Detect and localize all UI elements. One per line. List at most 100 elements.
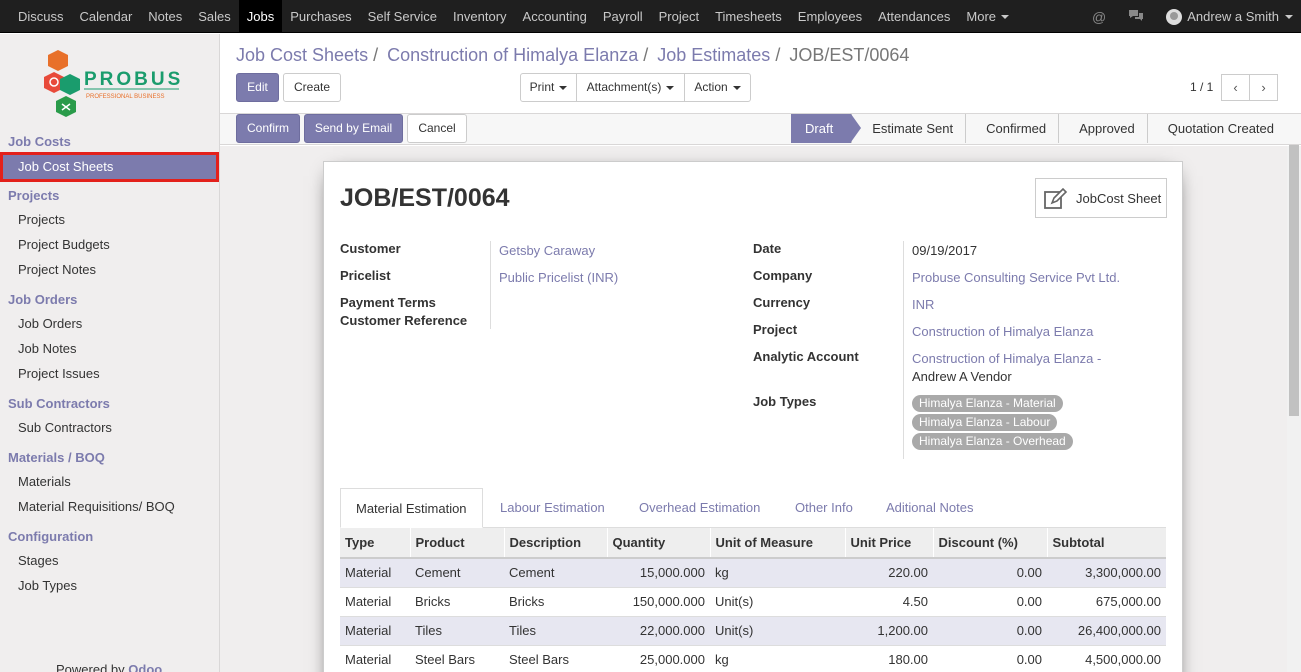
company-field[interactable]: Probuse Consulting Service Pvt Ltd.	[912, 270, 1120, 285]
customer-field[interactable]: Getsby Caraway	[499, 243, 595, 258]
column-header[interactable]: Unit Price	[844, 528, 933, 559]
tab-labour-estimation[interactable]: Labour Estimation	[500, 488, 605, 528]
table-row[interactable]: Material Tiles Tiles 22,000.000 Unit(s) …	[340, 615, 1166, 645]
job-type-tag[interactable]: Himalya Elanza - Labour	[912, 414, 1058, 431]
menu-project[interactable]: Project	[651, 0, 707, 33]
sidebar-item-project-notes[interactable]: Project Notes	[18, 262, 96, 277]
powered-by-link[interactable]: Odoo	[128, 662, 162, 672]
job-type-tag[interactable]: Himalya Elanza - Overhead	[912, 433, 1073, 450]
chevron-down-icon	[732, 85, 741, 90]
menu-payroll[interactable]: Payroll	[595, 0, 651, 33]
action-dropdown[interactable]: Action	[684, 73, 751, 102]
create-button[interactable]: Create	[283, 73, 341, 102]
pricelist-field[interactable]: Public Pricelist (INR)	[499, 270, 618, 285]
column-header[interactable]: Type	[340, 528, 410, 559]
menu-employees[interactable]: Employees	[790, 0, 870, 33]
table-row[interactable]: Material Bricks Bricks 150,000.000 Unit(…	[340, 586, 1166, 616]
pager-next-button[interactable]: ›	[1249, 74, 1278, 101]
sidebar-item-job-types[interactable]: Job Types	[18, 578, 77, 593]
form-sheet: JOB/EST/0064 JobCost Sheet Customer Gets…	[323, 161, 1183, 672]
stage-approved[interactable]: Approved	[1059, 114, 1148, 143]
menu-self-service[interactable]: Self Service	[360, 0, 445, 33]
sidebar-item-stages[interactable]: Stages	[18, 553, 58, 568]
divider	[490, 241, 491, 329]
chat-bubbles-icon[interactable]	[1128, 9, 1144, 25]
cell-discount: 0.00	[933, 644, 1047, 672]
cell-uom: kg	[710, 557, 845, 587]
menu-more[interactable]: More	[958, 0, 1017, 33]
sidebar-item-projects[interactable]: Projects	[18, 212, 65, 227]
menu-sales[interactable]: Sales	[190, 0, 239, 33]
breadcrumb-job-estimates[interactable]: Job Estimates	[657, 45, 770, 65]
job-type-tag[interactable]: Himalya Elanza - Material	[912, 395, 1063, 412]
menu-notes[interactable]: Notes	[140, 0, 190, 33]
edit-button[interactable]: Edit	[236, 73, 279, 102]
sidebar-item-job-orders[interactable]: Job Orders	[18, 316, 82, 331]
cell-description: Bricks	[504, 586, 607, 616]
chevron-right-icon: ›	[1261, 80, 1266, 95]
cell-description: Steel Bars	[504, 644, 607, 672]
analytic-account-field[interactable]: Construction of Himalya Elanza -	[912, 351, 1101, 366]
section-configuration: Configuration	[8, 529, 94, 544]
at-sign-icon[interactable]: @	[1092, 9, 1106, 25]
column-header[interactable]: Description	[503, 528, 607, 559]
table-header-row: Type Product Description Quantity Unit o…	[340, 528, 1166, 559]
tab-material-estimation[interactable]: Material Estimation	[340, 488, 483, 528]
stage-draft[interactable]: Draft	[791, 114, 862, 143]
sidebar-item-sub-contractors[interactable]: Sub Contractors	[18, 420, 112, 435]
breadcrumb-project[interactable]: Construction of Himalya Elanza	[387, 45, 638, 65]
sidebar-item-project-issues[interactable]: Project Issues	[18, 366, 100, 381]
column-header[interactable]: Quantity	[606, 528, 710, 559]
attachments-dropdown[interactable]: Attachment(s)	[576, 73, 685, 102]
confirm-button[interactable]: Confirm	[236, 114, 300, 143]
section-sub-contractors: Sub Contractors	[8, 396, 110, 411]
stage-confirmed[interactable]: Confirmed	[966, 114, 1060, 143]
stage-estimate-sent[interactable]: Estimate Sent	[852, 114, 967, 143]
print-dropdown[interactable]: Print	[520, 73, 577, 102]
scrollbar-thumb[interactable]	[1289, 145, 1299, 416]
sidebar-item-job-cost-sheets[interactable]: Job Cost Sheets	[0, 152, 219, 182]
menu-inventory[interactable]: Inventory	[445, 0, 514, 33]
tab-overhead-estimation[interactable]: Overhead Estimation	[639, 488, 760, 528]
user-menu[interactable]: Andrew a Smith	[1166, 8, 1301, 25]
jobcost-sheet-button[interactable]: JobCost Sheet	[1035, 178, 1167, 218]
stage-pipeline: Draft Estimate Sent Confirmed Approved Q…	[791, 114, 1286, 143]
pager-previous-button[interactable]: ‹	[1221, 74, 1250, 101]
currency-field[interactable]: INR	[912, 297, 934, 312]
tab-aditional-notes[interactable]: Aditional Notes	[886, 488, 973, 528]
pager-value: 1 / 1	[1190, 80, 1214, 94]
menu-jobs[interactable]: Jobs	[238, 0, 283, 33]
cell-type: Material	[340, 644, 410, 672]
table-row[interactable]: Material Cement Cement 15,000.000 kg 220…	[340, 557, 1166, 587]
column-header[interactable]: Product	[409, 528, 504, 559]
sidebar-item-project-budgets[interactable]: Project Budgets	[18, 237, 110, 252]
edit-icon	[1044, 188, 1068, 209]
pricelist-label: Pricelist	[340, 268, 391, 283]
cancel-button[interactable]: Cancel	[407, 114, 467, 143]
cell-uom: Unit(s)	[710, 615, 845, 645]
cell-type: Material	[340, 557, 410, 587]
table-row[interactable]: Material Steel Bars Steel Bars 25,000.00…	[340, 644, 1166, 672]
cell-subtotal: 675,000.00	[1047, 586, 1166, 616]
project-field[interactable]: Construction of Himalya Elanza	[912, 324, 1093, 339]
menu-discuss[interactable]: Discuss	[10, 0, 72, 33]
menu-purchases[interactable]: Purchases	[282, 0, 359, 33]
column-header[interactable]: Discount (%)	[932, 528, 1047, 559]
cell-type: Material	[340, 615, 410, 645]
cell-uom: Unit(s)	[710, 586, 845, 616]
sidebar-item-material-requisitions[interactable]: Material Requisitions/ BOQ	[18, 499, 175, 514]
breadcrumb-job-cost-sheets[interactable]: Job Cost Sheets	[236, 45, 368, 65]
vertical-scrollbar[interactable]	[1287, 145, 1301, 672]
column-header[interactable]: Unit of Measure	[709, 528, 845, 559]
menu-calendar[interactable]: Calendar	[72, 0, 141, 33]
menu-timesheets[interactable]: Timesheets	[707, 0, 790, 33]
sidebar-item-job-notes[interactable]: Job Notes	[18, 341, 77, 356]
menu-accounting[interactable]: Accounting	[515, 0, 595, 33]
menu-attendances[interactable]: Attendances	[870, 0, 958, 33]
stage-quotation-created[interactable]: Quotation Created	[1148, 114, 1286, 143]
sidebar-item-materials[interactable]: Materials	[18, 474, 71, 489]
send-by-email-button[interactable]: Send by Email	[304, 114, 403, 143]
column-header[interactable]: Subtotal	[1046, 528, 1166, 559]
section-materials-boq: Materials / BOQ	[8, 450, 105, 465]
tab-other-info[interactable]: Other Info	[795, 488, 853, 528]
